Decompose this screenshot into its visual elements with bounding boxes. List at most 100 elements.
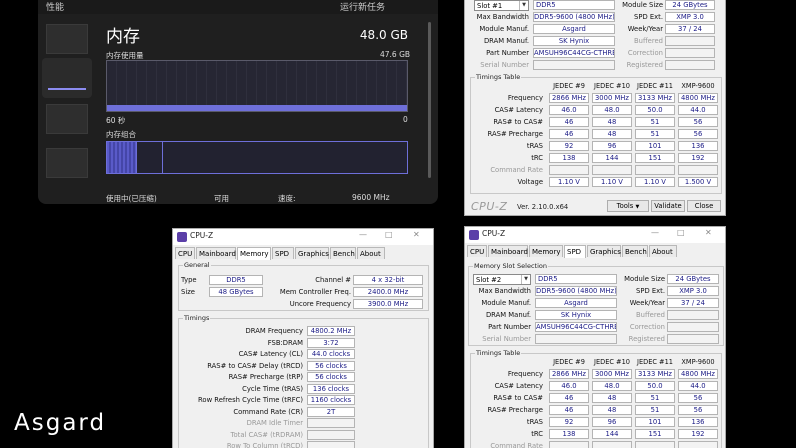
serial-number-label: Serial Number (482, 335, 531, 343)
mem-controller-label: Mem Controller Freq. (279, 288, 351, 296)
timing-label: FSB:DRAM (267, 338, 303, 347)
tab-graphics[interactable]: Graphics (295, 247, 329, 259)
correction-value (665, 48, 715, 58)
tab-bench[interactable]: Bench (622, 245, 648, 257)
uncore-label: Uncore Frequency (289, 300, 351, 308)
timing-label: RAS# to CAS# Delay (tRCD) (207, 361, 303, 370)
close-icon[interactable]: ✕ (413, 230, 420, 239)
timings-cell: 136 (678, 141, 718, 151)
timings-cell: 2866 MHz (549, 93, 589, 103)
module-manuf: Asgard (535, 298, 617, 308)
timings-cell (635, 441, 675, 448)
tab-spd[interactable]: SPD (272, 247, 294, 259)
timing-value (307, 418, 355, 428)
close-icon[interactable]: ✕ (705, 228, 712, 237)
minimize-icon[interactable]: — (359, 230, 367, 239)
timings-cell: 46 (549, 117, 589, 127)
module-manuf-label: Module Manuf. (479, 25, 529, 33)
max-bandwidth-label: Max Bandwidth (476, 13, 529, 21)
timings-cell (592, 165, 632, 175)
timings-cell: 96 (592, 417, 632, 427)
timings-cell (635, 165, 675, 175)
timings-title: Timings (183, 314, 211, 322)
sidebar-thumb-memory-selected[interactable] (42, 58, 92, 98)
cpuz-app-icon (177, 232, 187, 242)
serial-number-label: Serial Number (480, 61, 529, 69)
mem-controller-freq: 2400.0 MHz (353, 287, 423, 297)
general-title: General (183, 261, 211, 269)
spd-ext-label: SPD Ext. (634, 13, 663, 21)
cpuz-spd-window-top: Slot #1 ▼ DDR5 Module Size 24 GBytes Max … (464, 0, 726, 216)
timings-cell: 56 (678, 117, 718, 127)
memory-usage-fill (107, 105, 407, 111)
tab-about[interactable]: About (649, 245, 677, 257)
tab-bench[interactable]: Bench (330, 247, 356, 259)
timings-cell: 50.0 (635, 381, 675, 391)
week-year-label: Week/Year (629, 299, 665, 307)
timings-row-label: RAS# Precharge (487, 130, 543, 138)
timings-cell: 92 (549, 417, 589, 427)
timings-cell: 2866 MHz (549, 369, 589, 379)
timings-cell (678, 441, 718, 448)
module-size: 24 GBytes (667, 274, 719, 284)
scrollbar[interactable] (428, 22, 431, 178)
tab-cpu[interactable]: CPU (467, 245, 487, 257)
part-number-label: Part Number (486, 49, 529, 57)
timings-cell: 144 (592, 429, 632, 439)
timings-row-label: CAS# Latency (494, 106, 543, 114)
timing-value: 44.0 clocks (307, 349, 355, 359)
timing-value: 136 clocks (307, 383, 355, 394)
max-bandwidth: DDR5-9600 (4800 MHz) (533, 12, 615, 22)
speed-label: 速度: (278, 194, 296, 203)
timings-cell: 48 (592, 129, 632, 139)
tab-graphics[interactable]: Graphics (587, 245, 621, 257)
tab-cpu[interactable]: CPU (175, 247, 195, 259)
max-bandwidth-label: Max Bandwidth (478, 287, 531, 295)
week-year-label: Week/Year (627, 25, 663, 33)
validate-button[interactable]: Validate (651, 200, 685, 212)
timings-cell: 56 (678, 405, 718, 415)
tab-mainboard[interactable]: Mainboard (196, 247, 236, 259)
cpuz-spd-window: CPU-Z — □ ✕ CPU Mainboard Memory SPD Graphic… (464, 226, 726, 448)
sidebar-thumb-cpu[interactable] (46, 24, 88, 54)
tab-performance[interactable]: 性能 (46, 0, 64, 13)
tab-spd[interactable]: SPD (564, 245, 586, 258)
slot-select[interactable]: Slot #2 ▼ (473, 274, 531, 285)
timings-cell: 46 (549, 129, 589, 139)
timings-table-panel: Timings Table JEDEC #9 JEDEC #10 JEDEC #11… (470, 73, 722, 194)
timings-cell: 151 (635, 429, 675, 439)
sidebar-thumb-disk[interactable] (46, 104, 88, 134)
tab-about[interactable]: About (357, 247, 385, 259)
window-title: CPU-Z (190, 231, 214, 240)
sidebar-thumb-network[interactable] (46, 148, 88, 178)
spd-ext: XMP 3.0 (665, 12, 715, 22)
timings-cell (592, 441, 632, 448)
tools-button[interactable]: Tools ▼ (607, 200, 649, 212)
timings-table-title: Timings Table (475, 349, 522, 357)
brand-logo: Asgard (14, 410, 107, 436)
module-manuf-label: Module Manuf. (481, 299, 531, 307)
timings-column-header: XMP-9600 (681, 82, 715, 90)
timings-row-label: tRC (531, 154, 543, 162)
registered-label: Registered (628, 335, 665, 343)
tab-memory[interactable]: Memory (529, 245, 563, 257)
maximize-icon[interactable]: □ (385, 230, 393, 239)
max-bandwidth: DDR5-9600 (4800 MHz) (535, 286, 617, 296)
timings-cell: 46 (549, 405, 589, 415)
timings-cell: 138 (549, 429, 589, 439)
close-button[interactable]: Close (687, 200, 721, 212)
slot-select[interactable]: Slot #1 ▼ (474, 0, 529, 11)
timing-value: 1160 clocks (307, 395, 355, 405)
part-number: AMSUH96C44CG-CTHRBM (533, 48, 615, 58)
window-title: CPU-Z (482, 229, 506, 238)
run-new-task-button[interactable]: 运行新任务 (340, 0, 385, 13)
tab-mainboard[interactable]: Mainboard (488, 245, 528, 257)
minimize-icon[interactable]: — (651, 228, 659, 237)
composition-label: 内存组合 (106, 130, 136, 139)
maximize-icon[interactable]: □ (677, 228, 685, 237)
timings-cell: 51 (635, 129, 675, 139)
cpuz-logo: CPU-Z (471, 200, 508, 213)
timing-label: DRAM Idle Timer (246, 419, 303, 427)
tab-memory[interactable]: Memory (237, 247, 271, 260)
channel-label: Channel # (315, 276, 351, 284)
